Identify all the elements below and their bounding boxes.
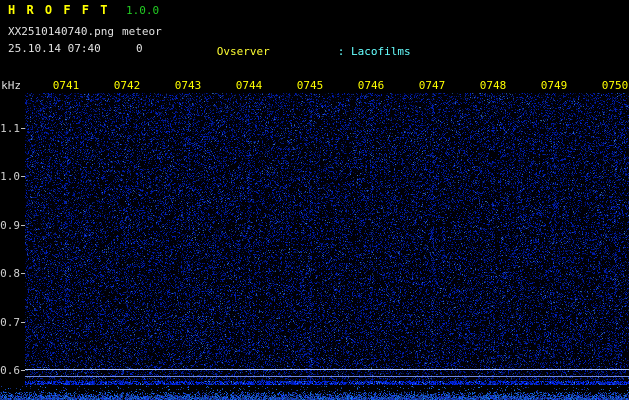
time-tick-label: 0745: [296, 79, 324, 92]
signal-level-strip-canvas: [0, 386, 629, 400]
hrofft-screen: H R O F F T 1.0.0 XX2510140740.png meteo…: [0, 0, 629, 400]
output-filename: XX2510140740.png: [8, 25, 114, 38]
datetime-label: 25.10.14 07:40: [8, 42, 101, 55]
time-tick-label: 0742: [113, 79, 141, 92]
time-tick-label: 0746: [357, 79, 385, 92]
time-tick-label: 0748: [479, 79, 507, 92]
time-tick-label: 0743: [174, 79, 202, 92]
frequency-axis-unit: kHz: [1, 79, 21, 92]
freq-tick-label: 0.7: [0, 316, 20, 329]
freq-tick-label: 0.8: [0, 267, 20, 280]
time-tick-label: 0741: [52, 79, 80, 92]
info-row-observer: Ovserver : Lacofilms: [177, 31, 503, 73]
time-tick-label: 0744: [235, 79, 263, 92]
time-tick-label: 0750: [601, 79, 629, 92]
time-tick-label: 0749: [540, 79, 568, 92]
mode-label: meteor: [122, 25, 162, 38]
freq-tick-label: 1.0: [0, 170, 20, 183]
freq-tick-label: 0.9: [0, 219, 20, 232]
freq-tick-label: 1.1: [0, 122, 20, 135]
app-version: 1.0.0: [126, 4, 160, 17]
info-label: Ovserver: [216, 45, 270, 58]
echo-count: 0: [136, 42, 143, 55]
freq-tick-label: 0.6: [0, 364, 20, 377]
spectrogram-canvas: [25, 93, 629, 385]
app-title: H R O F F T: [8, 3, 110, 17]
time-tick-label: 0747: [418, 79, 446, 92]
info-value: : Lacofilms: [337, 45, 411, 58]
time-axis: 0741 0742 0743 0744 0745 0746 0747 0748 …: [0, 79, 629, 92]
